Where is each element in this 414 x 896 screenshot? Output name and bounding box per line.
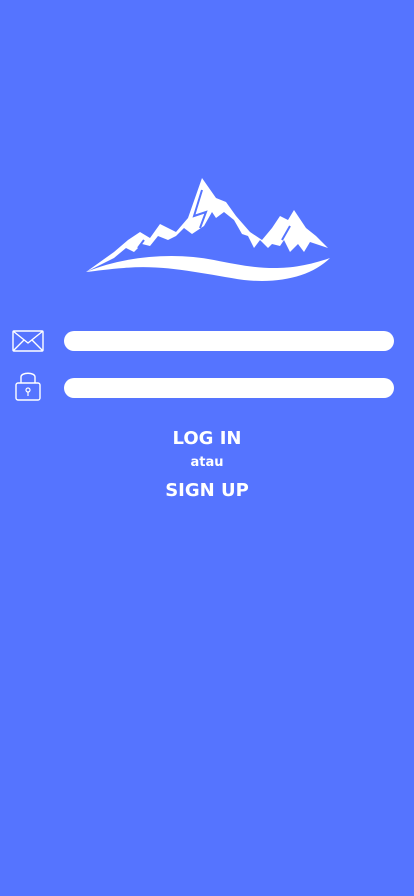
separator-text: atau <box>190 455 224 470</box>
auth-actions: LOG IN atau SIGN UP <box>0 424 414 504</box>
signup-button[interactable]: SIGN UP <box>165 476 249 504</box>
login-button[interactable]: LOG IN <box>173 424 242 452</box>
email-field[interactable] <box>64 331 394 351</box>
password-field[interactable] <box>64 378 394 398</box>
mountain-logo-icon <box>86 178 330 282</box>
mail-icon <box>12 330 44 352</box>
lock-icon <box>15 372 41 401</box>
